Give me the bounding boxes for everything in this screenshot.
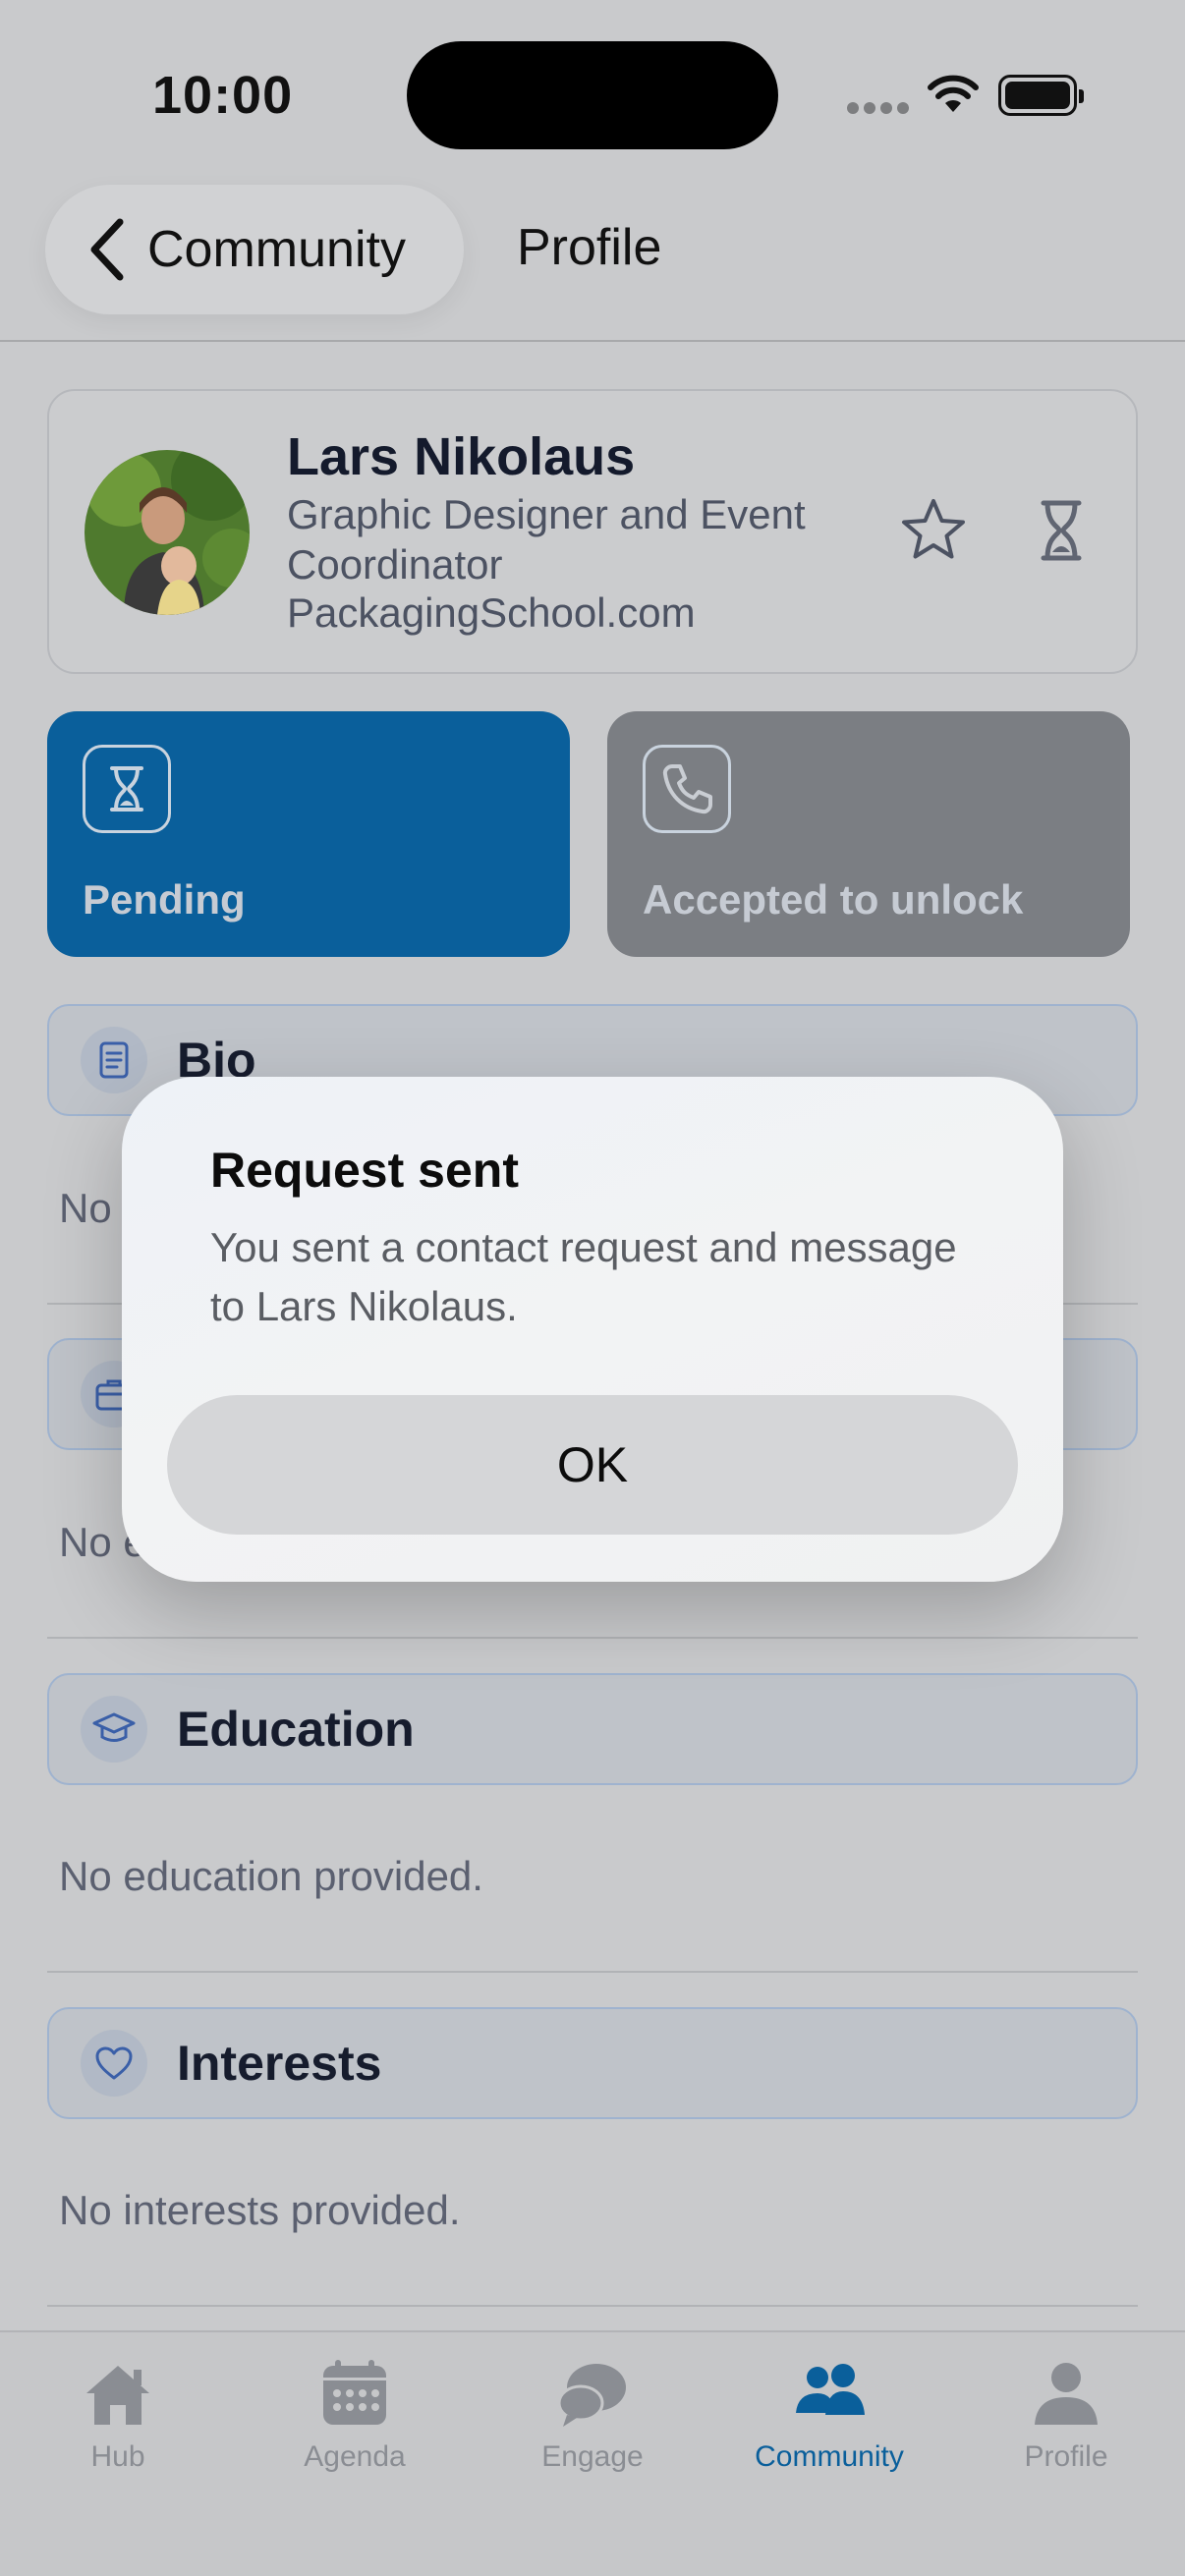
home-icon — [86, 2366, 149, 2425]
tab-label: Engage — [541, 2440, 644, 2473]
profile-role: Graphic Designer and Event Coordinator — [287, 491, 806, 588]
tab-engage[interactable]: Engage — [484, 2356, 701, 2503]
heart-icon — [81, 2030, 147, 2097]
tab-label: Community — [755, 2440, 904, 2473]
navigation-bar: Community Profile — [0, 167, 1185, 342]
avatar — [85, 450, 250, 615]
tab-label: Profile — [1024, 2440, 1108, 2473]
chat-bubbles-icon — [557, 2364, 626, 2427]
divider — [47, 1637, 1138, 1639]
divider — [47, 1971, 1138, 1973]
tab-bar: Hub Agenda Engage Community Profile — [0, 2330, 1185, 2576]
education-title: Education — [177, 1702, 415, 1757]
dynamic-island — [407, 41, 778, 149]
cellular-signal-icon — [847, 102, 910, 114]
battery-icon — [998, 75, 1084, 116]
graduation-cap-icon — [81, 1696, 147, 1763]
ok-button[interactable]: OK — [167, 1395, 1018, 1535]
request-sent-alert: Request sent You sent a contact request … — [122, 1077, 1063, 1582]
education-section-header[interactable]: Education — [47, 1673, 1138, 1785]
pending-label: Pending — [83, 876, 246, 923]
status-bar: 10:00 — [0, 0, 1185, 167]
person-icon — [1035, 2363, 1098, 2425]
hourglass-icon[interactable] — [1026, 495, 1097, 566]
pending-status-tile[interactable]: Pending — [47, 711, 570, 957]
tab-hub[interactable]: Hub — [10, 2356, 226, 2503]
tab-label: Agenda — [304, 2440, 406, 2473]
back-button[interactable]: Community — [45, 185, 464, 314]
profile-company: PackagingSchool.com — [287, 589, 696, 636]
chevron-left-icon — [90, 218, 124, 281]
document-icon — [81, 1027, 147, 1093]
hourglass-icon — [83, 745, 171, 833]
education-empty-text: No education provided. — [59, 1853, 483, 1899]
interests-section-header[interactable]: Interests — [47, 2007, 1138, 2119]
interests-empty-text: No interests provided. — [59, 2187, 461, 2233]
tab-profile[interactable]: Profile — [958, 2356, 1174, 2503]
tab-label: Hub — [90, 2440, 145, 2473]
status-time: 10:00 — [152, 66, 294, 125]
profile-card: Lars Nikolaus Graphic Designer and Event… — [47, 389, 1138, 674]
tab-community[interactable]: Community — [721, 2356, 937, 2503]
alert-message: You sent a contact request and message t… — [210, 1224, 957, 1329]
wifi-icon — [928, 75, 979, 112]
interests-title: Interests — [177, 2036, 382, 2091]
people-icon — [796, 2364, 865, 2415]
favorite-star-icon[interactable] — [898, 495, 969, 566]
tab-agenda[interactable]: Agenda — [247, 2356, 463, 2503]
back-button-label: Community — [147, 221, 406, 278]
profile-name: Lars Nikolaus — [287, 427, 636, 486]
page-title: Profile — [517, 219, 662, 276]
calendar-icon — [323, 2360, 386, 2425]
phone-icon — [643, 745, 731, 833]
accepted-to-unlock-label: Accepted to unlock — [643, 876, 1024, 923]
divider — [47, 2305, 1138, 2307]
alert-title: Request sent — [210, 1143, 519, 1198]
accepted-to-unlock-tile: Accepted to unlock — [607, 711, 1130, 957]
bio-empty-text: No — [59, 1185, 112, 1231]
